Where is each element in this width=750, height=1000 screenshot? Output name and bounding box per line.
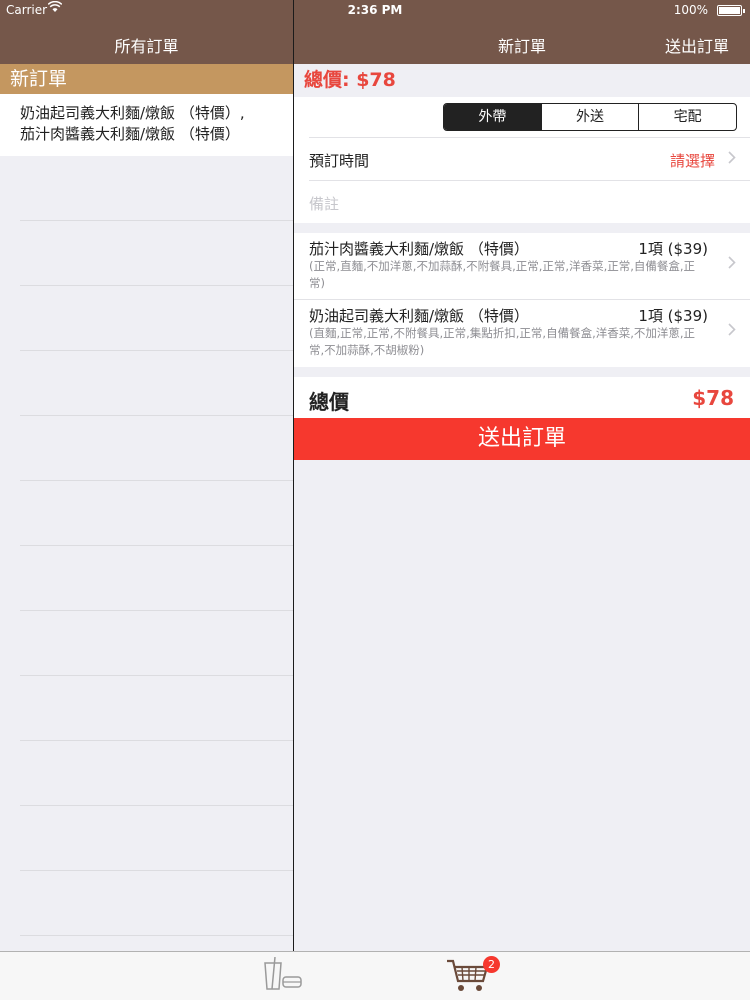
tab-bar: 2: [0, 951, 750, 1000]
total-row: 總價 $78: [294, 377, 750, 418]
chevron-right-icon: [728, 322, 736, 340]
empty-row: [20, 611, 293, 676]
empty-row: [20, 156, 293, 221]
send-order-nav-button[interactable]: 送出訂單: [665, 33, 729, 57]
empty-row: [20, 871, 293, 936]
chevron-right-icon: [728, 150, 736, 168]
empty-row: [20, 416, 293, 481]
empty-row: [20, 286, 293, 351]
total-price-header: 總價: $78: [304, 69, 396, 91]
segment-takeout[interactable]: 外帶: [444, 104, 541, 130]
empty-row: [20, 546, 293, 611]
order-item-line: 茄汁肉醬義大利麵/燉飯 （特價）: [20, 125, 240, 143]
note-row[interactable]: 備註: [309, 180, 750, 223]
segment-home-delivery[interactable]: 宅配: [638, 104, 736, 130]
reserve-time-label: 預訂時間: [309, 152, 370, 170]
status-bar: Carrier 2:36 PM 100%: [0, 0, 750, 20]
empty-row: [20, 221, 293, 286]
empty-row: [20, 481, 293, 546]
delivery-type-row: 外帶 外送 宅配: [294, 97, 750, 137]
order-options-card: 外帶 外送 宅配 預訂時間 請選擇 備註: [294, 97, 750, 223]
item-name: 奶油起司義大利麵/燉飯 （特價）: [309, 307, 529, 325]
new-orders-section-header: 新訂單: [0, 64, 293, 94]
note-field[interactable]: 備註: [309, 193, 339, 214]
all-orders-title: 所有訂單: [114, 37, 179, 56]
order-list-item[interactable]: 奶油起司義大利麵/燉飯 （特價）, 茄汁肉醬義大利麵/燉飯 （特價）: [0, 94, 293, 156]
item-name: 茄汁肉醬義大利麵/燉飯 （特價）: [309, 240, 529, 258]
item-options: (正常,直麵,不加洋蔥,不加蒜酥,不附餐具,正常,正常,洋香菜,正常,自備餐盒,…: [309, 259, 696, 290]
reserve-time-value: 請選擇: [669, 152, 715, 170]
chevron-right-icon: [728, 255, 736, 273]
new-order-pane: 總價: $78 外帶 外送 宅配 預訂時間 請選擇 備註 茄汁肉醬義大利麵/燉飯…: [294, 64, 750, 951]
segment-delivery[interactable]: 外送: [540, 104, 639, 130]
empty-row: [20, 676, 293, 741]
status-time: 2:36 PM: [347, 3, 403, 17]
cart-badge: 2: [483, 956, 500, 973]
total-value: $78: [692, 386, 734, 410]
delivery-type-segmented-control[interactable]: 外帶 外送 宅配: [443, 103, 737, 131]
order-items-card: 茄汁肉醬義大利麵/燉飯 （特價） 1項 ($39) (正常,直麵,不加洋蔥,不加…: [294, 233, 750, 367]
order-item-line: 奶油起司義大利麵/燉飯 （特價）,: [20, 104, 245, 122]
navigation-bar: Carrier 2:36 PM 100% 所有訂單 新訂單 送出訂單: [0, 0, 750, 64]
reserve-time-row[interactable]: 預訂時間 請選擇: [309, 137, 750, 180]
battery-icon: [717, 5, 745, 16]
item-quantity-price: 1項 ($39): [638, 240, 708, 258]
order-item-row[interactable]: 奶油起司義大利麵/燉飯 （特價） 1項 ($39) (直麵,正常,正常,不附餐具…: [294, 300, 750, 367]
empty-row: [20, 351, 293, 416]
total-label: 總價: [309, 390, 349, 414]
order-item-row[interactable]: 茄汁肉醬義大利麵/燉飯 （特價） 1項 ($39) (正常,直麵,不加洋蔥,不加…: [294, 233, 750, 300]
empty-row: [20, 806, 293, 871]
empty-row: [20, 741, 293, 806]
item-quantity-price: 1項 ($39): [638, 307, 708, 325]
drinks-icon[interactable]: [262, 956, 304, 995]
cart-icon[interactable]: 2: [445, 956, 500, 999]
battery-percentage: 100%: [673, 3, 708, 17]
orders-list-pane: 新訂單 奶油起司義大利麵/燉飯 （特價）, 茄汁肉醬義大利麵/燉飯 （特價）: [0, 64, 293, 951]
item-options: (直麵,正常,正常,不附餐具,正常,集點折扣,正常,自備餐盒,洋香菜,不加洋蔥,…: [309, 326, 696, 357]
submit-order-button[interactable]: 送出訂單: [294, 418, 750, 460]
